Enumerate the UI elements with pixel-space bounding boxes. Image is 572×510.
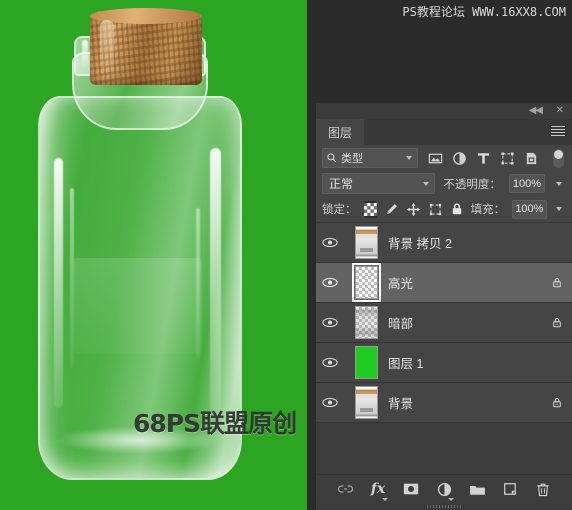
search-icon: [327, 153, 337, 163]
layer-visibility-toggle[interactable]: [316, 237, 344, 248]
table-row[interactable]: 暗部: [316, 303, 572, 343]
glass-highlight-left-2: [70, 188, 74, 368]
opacity-input[interactable]: 100%: [508, 174, 545, 193]
lock-label: 锁定：: [322, 204, 357, 216]
layer-filter-row: 类型: [316, 145, 572, 171]
link-layers-icon[interactable]: [336, 480, 354, 498]
jar-label-area: [74, 258, 202, 354]
layer-thumbnail-cell[interactable]: [344, 263, 388, 302]
fill-input[interactable]: 100%: [512, 199, 547, 219]
glass-highlight-right: [210, 148, 221, 418]
text-filter-icon[interactable]: [476, 151, 491, 166]
new-adjustment-layer-icon[interactable]: [435, 480, 454, 501]
layer-thumbnail: [354, 346, 378, 379]
layer-thumbnail: [354, 226, 378, 259]
tab-layers-label: 图层: [328, 125, 353, 140]
table-row[interactable]: 图层 1: [316, 343, 572, 383]
canvas-watermark: 68PS联盟原创: [133, 409, 297, 438]
filter-icon-group: [428, 151, 539, 166]
lock-image-icon[interactable]: [384, 201, 399, 218]
top-watermark: PS教程论坛 WWW.16XX8.COM: [402, 5, 566, 19]
layer-name-label[interactable]: 暗部: [388, 313, 542, 332]
add-layer-mask-icon[interactable]: [402, 480, 420, 498]
blend-mode-value: 正常: [329, 177, 354, 191]
panel-resize-grip[interactable]: [316, 503, 572, 510]
layer-lock-cell: [542, 396, 572, 409]
layer-name-label[interactable]: 背景 拷贝 2: [388, 233, 542, 252]
eye-icon: [322, 237, 338, 248]
fill-label: 填充：: [470, 204, 506, 216]
tab-layers[interactable]: 图层: [316, 119, 365, 145]
fill-stepper-icon[interactable]: [554, 200, 566, 219]
new-group-icon[interactable]: [468, 480, 486, 498]
eye-icon: [322, 277, 338, 288]
layer-thumbnail: [351, 263, 381, 302]
lock-all-icon[interactable]: [450, 201, 464, 218]
filter-enable-toggle[interactable]: [553, 148, 564, 168]
lock-icon: [553, 278, 561, 288]
filter-type-dropdown[interactable]: 类型: [322, 148, 418, 168]
eye-icon: [322, 397, 338, 408]
layer-list[interactable]: 背景 拷贝 2 高光 暗部 图层 1 背景: [316, 223, 572, 474]
shape-filter-icon[interactable]: [500, 151, 515, 166]
layer-thumbnail-cell[interactable]: [344, 386, 388, 419]
glass-highlight-left: [54, 158, 63, 408]
layer-lock-cell: [542, 316, 572, 329]
layer-thumbnail-cell[interactable]: [344, 226, 388, 259]
smartobject-filter-icon[interactable]: [524, 151, 539, 166]
layer-name-label[interactable]: 图层 1: [388, 353, 542, 372]
layer-thumbnail-cell[interactable]: [344, 306, 388, 339]
layer-visibility-toggle[interactable]: [316, 397, 344, 408]
layer-visibility-toggle[interactable]: [316, 317, 344, 328]
lock-icon: [553, 318, 561, 328]
layer-name-label[interactable]: 高光: [388, 273, 542, 292]
adjustment-filter-icon[interactable]: [452, 151, 467, 166]
filter-type-label: 类型: [341, 153, 363, 165]
layer-thumbnail-cell[interactable]: [344, 346, 388, 379]
new-layer-icon[interactable]: [501, 480, 519, 498]
layer-visibility-toggle[interactable]: [316, 357, 344, 368]
document-canvas[interactable]: 68PS联盟原创: [0, 0, 307, 510]
cork-highlight: [100, 20, 114, 72]
layer-thumbnail: [354, 386, 378, 419]
layer-name-label[interactable]: 背景: [388, 393, 542, 412]
lock-icon: [553, 398, 561, 408]
opacity-label: 不透明度：: [443, 178, 501, 191]
glass-highlight-right-2: [196, 208, 200, 358]
table-row[interactable]: 背景: [316, 383, 572, 423]
collapse-to-icons-icon[interactable]: ◀◀: [529, 105, 543, 117]
delete-layer-icon[interactable]: [534, 480, 552, 498]
layers-panel: ◀◀ ✕ 图层 类型 正常 不透明度： 100% 锁定： 填充： 100% 背景…: [316, 103, 572, 510]
close-icon[interactable]: ✕: [556, 105, 564, 117]
pixel-filter-icon[interactable]: [428, 151, 443, 166]
table-row[interactable]: 背景 拷贝 2: [316, 223, 572, 263]
table-row[interactable]: 高光: [316, 263, 572, 303]
eye-icon: [322, 357, 338, 368]
chevron-down-icon: [423, 181, 430, 186]
lock-row: 锁定： 填充： 100%: [316, 196, 572, 223]
layer-visibility-toggle[interactable]: [316, 277, 344, 288]
blend-mode-row: 正常 不透明度： 100%: [316, 171, 572, 196]
layers-bottom-toolbar: fx: [316, 474, 572, 503]
layer-thumbnail: [354, 306, 378, 339]
lock-artboard-icon[interactable]: [428, 201, 443, 218]
lock-transparency-icon[interactable]: [363, 200, 377, 218]
panel-tab-bar: 图层: [316, 119, 572, 145]
panel-topbar: ◀◀ ✕: [316, 103, 572, 119]
eye-icon: [322, 317, 338, 328]
blend-mode-dropdown[interactable]: 正常: [322, 173, 436, 194]
lock-position-icon[interactable]: [406, 201, 421, 218]
layer-style-fx-icon[interactable]: fx: [369, 480, 388, 501]
panel-menu-icon[interactable]: [551, 126, 565, 138]
glass-highlight-neck: [82, 40, 88, 68]
chevron-down-icon: [406, 156, 412, 160]
opacity-stepper-icon[interactable]: [553, 174, 566, 193]
layer-lock-cell: [542, 276, 572, 289]
